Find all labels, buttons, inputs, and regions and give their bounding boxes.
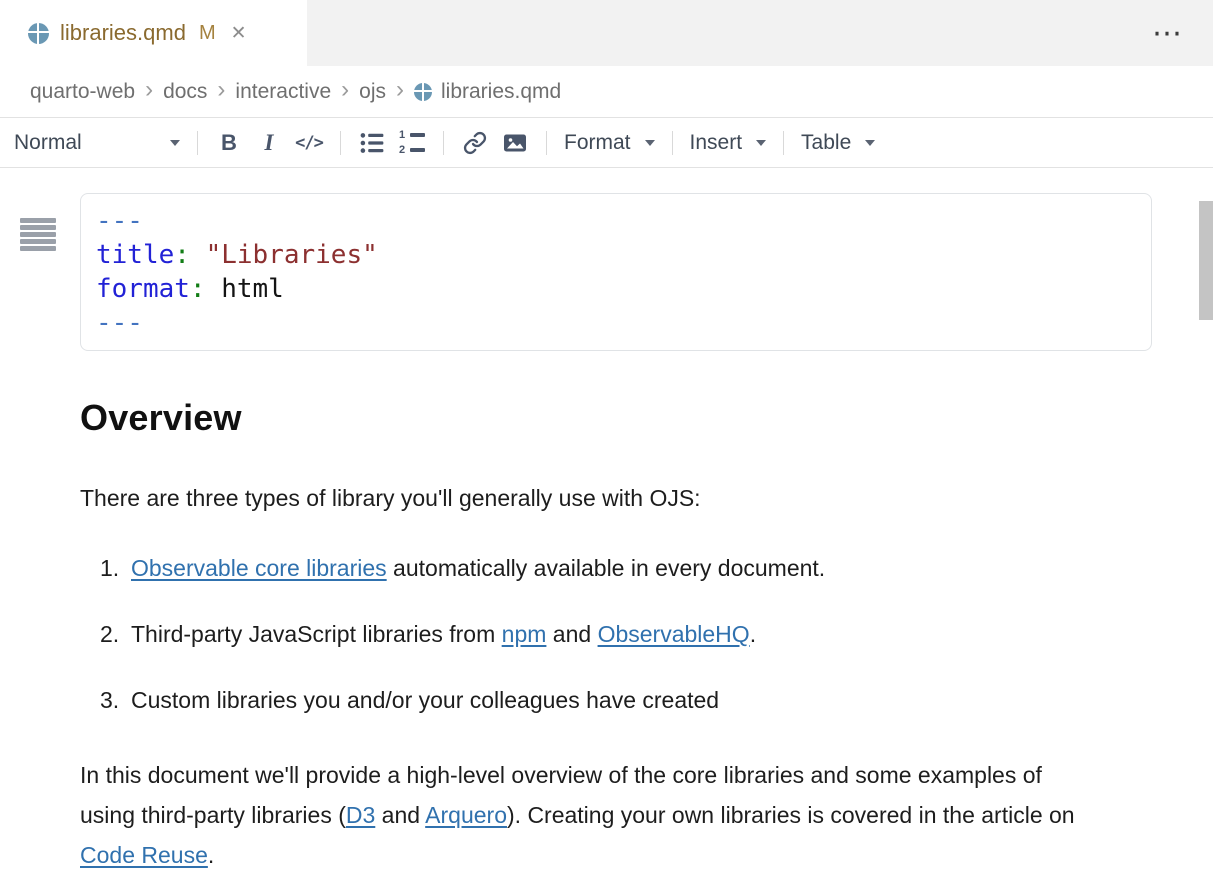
numbered-list-digit: 1 (399, 130, 406, 141)
link-icon (463, 131, 487, 155)
yaml-metadata-block[interactable]: --- title:"Libraries" format:html --- (80, 193, 1152, 351)
list-item-text: Third-party JavaScript libraries from (131, 621, 502, 647)
chevron-right-icon: › (145, 78, 153, 105)
link-code-reuse[interactable]: Code Reuse (80, 842, 208, 868)
table-menu-label: Table (801, 131, 851, 155)
list-item: 3. Custom libraries you and/or your colle… (80, 685, 1152, 715)
vertical-scrollbar[interactable] (1199, 201, 1213, 320)
insert-link-button[interactable] (457, 125, 493, 161)
insert-image-button[interactable] (497, 125, 533, 161)
italic-button[interactable]: I (251, 125, 287, 161)
breadcrumb-item-quarto-web[interactable]: quarto-web (30, 80, 135, 104)
list-item-text: and (546, 621, 597, 647)
toolbar-divider (672, 131, 673, 155)
bulleted-list-icon (359, 130, 385, 156)
bulleted-list-button[interactable] (354, 125, 390, 161)
chevron-down-icon (865, 140, 875, 146)
italic-icon: I (265, 130, 274, 156)
chevron-down-icon (645, 140, 655, 146)
yaml-line: format: html (96, 272, 1136, 306)
list-marker: 3. (100, 685, 119, 715)
list-marker: 2. (100, 619, 119, 649)
numbered-list: 1. Observable core libraries automaticall… (80, 553, 1152, 715)
link-npm[interactable]: npm (502, 621, 547, 647)
toolbar-divider (546, 131, 547, 155)
image-icon (502, 131, 528, 155)
formatting-toolbar: Normal B I </> 1 2 (0, 117, 1213, 168)
link-observablehq[interactable]: ObservableHQ (598, 621, 750, 647)
yaml-delimiter: --- (96, 308, 143, 338)
closing-paragraph: In this document we'll provide a high-le… (80, 755, 1085, 875)
code-button[interactable]: </> (291, 125, 327, 161)
chevron-right-icon: › (396, 78, 404, 105)
bold-button[interactable]: B (211, 125, 247, 161)
yaml-value-title: "Libraries" (206, 240, 378, 270)
page-title: Overview (80, 397, 1152, 439)
yaml-line: --- (96, 306, 1136, 340)
close-tab-icon[interactable]: ✕ (231, 24, 247, 43)
block-drag-handle-icon[interactable] (20, 218, 56, 251)
paragraph-style-dropdown[interactable]: Normal (14, 131, 186, 155)
list-item: 2.Third-party JavaScript libraries from … (80, 619, 1152, 649)
breadcrumb-current-label: libraries.qmd (441, 80, 561, 104)
insert-menu[interactable]: Insert (684, 131, 773, 155)
code-icon: </> (295, 133, 323, 153)
paragraph-text: and (375, 802, 425, 828)
breadcrumb: quarto-web › docs › interactive › ojs › … (0, 66, 1213, 117)
yaml-value-format: html (221, 274, 284, 304)
yaml-colon: : (174, 240, 190, 270)
tab-filename: libraries.qmd (60, 20, 186, 46)
chevron-right-icon: › (341, 78, 349, 105)
breadcrumb-item-interactive[interactable]: interactive (235, 80, 331, 104)
chevron-right-icon: › (217, 78, 225, 105)
visual-editor-canvas[interactable]: --- title:"Libraries" format:html --- Ov… (0, 193, 1213, 889)
editor-tab-bar: libraries.qmd M ✕ ⋯ (0, 0, 1213, 66)
toolbar-divider (443, 131, 444, 155)
paragraph-text: ). Creating your own libraries is covere… (507, 802, 1075, 828)
numbered-list-icon: 1 2 (399, 130, 425, 156)
yaml-line: title: "Libraries" (96, 238, 1136, 272)
format-menu-label: Format (564, 131, 631, 155)
more-actions-icon[interactable]: ⋯ (1124, 0, 1213, 66)
tab-libraries-qmd[interactable]: libraries.qmd M ✕ (0, 0, 307, 66)
intro-paragraph: There are three types of library you'll … (80, 483, 1152, 513)
toolbar-divider (340, 131, 341, 155)
yaml-line: --- (96, 204, 1136, 238)
quarto-logo-icon (414, 83, 432, 101)
document-body: Overview There are three types of librar… (80, 397, 1152, 875)
bold-icon: B (221, 130, 237, 156)
link-observable-core-libraries[interactable]: Observable core libraries (131, 555, 387, 581)
quarto-logo-icon (28, 23, 49, 44)
link-d3[interactable]: D3 (346, 802, 375, 828)
toolbar-divider (783, 131, 784, 155)
yaml-delimiter: --- (96, 206, 143, 236)
numbered-list-digit: 2 (399, 145, 406, 156)
table-menu[interactable]: Table (795, 131, 881, 155)
list-item-text: automatically available in every documen… (387, 555, 826, 581)
yaml-colon: : (190, 274, 206, 304)
breadcrumb-item-docs[interactable]: docs (163, 80, 207, 104)
list-item-text: Custom libraries you and/or your colleag… (131, 687, 719, 713)
chevron-down-icon (170, 140, 180, 146)
chevron-down-icon (756, 140, 766, 146)
breadcrumb-item-current-file[interactable]: libraries.qmd (414, 80, 561, 104)
breadcrumb-item-ojs[interactable]: ojs (359, 80, 386, 104)
paragraph-style-value: Normal (14, 131, 82, 155)
paragraph-text: . (208, 842, 214, 868)
git-modified-badge: M (199, 22, 216, 45)
list-marker: 1. (100, 553, 119, 583)
list-item: 1. Observable core libraries automaticall… (80, 553, 1152, 583)
format-menu[interactable]: Format (558, 131, 661, 155)
list-item-text: . (750, 621, 756, 647)
link-arquero[interactable]: Arquero (425, 802, 507, 828)
yaml-key-format: format (96, 274, 190, 304)
toolbar-divider (197, 131, 198, 155)
numbered-list-button[interactable]: 1 2 (394, 125, 430, 161)
yaml-key-title: title (96, 240, 174, 270)
tab-bar-spacer (307, 0, 1124, 66)
insert-menu-label: Insert (690, 131, 743, 155)
